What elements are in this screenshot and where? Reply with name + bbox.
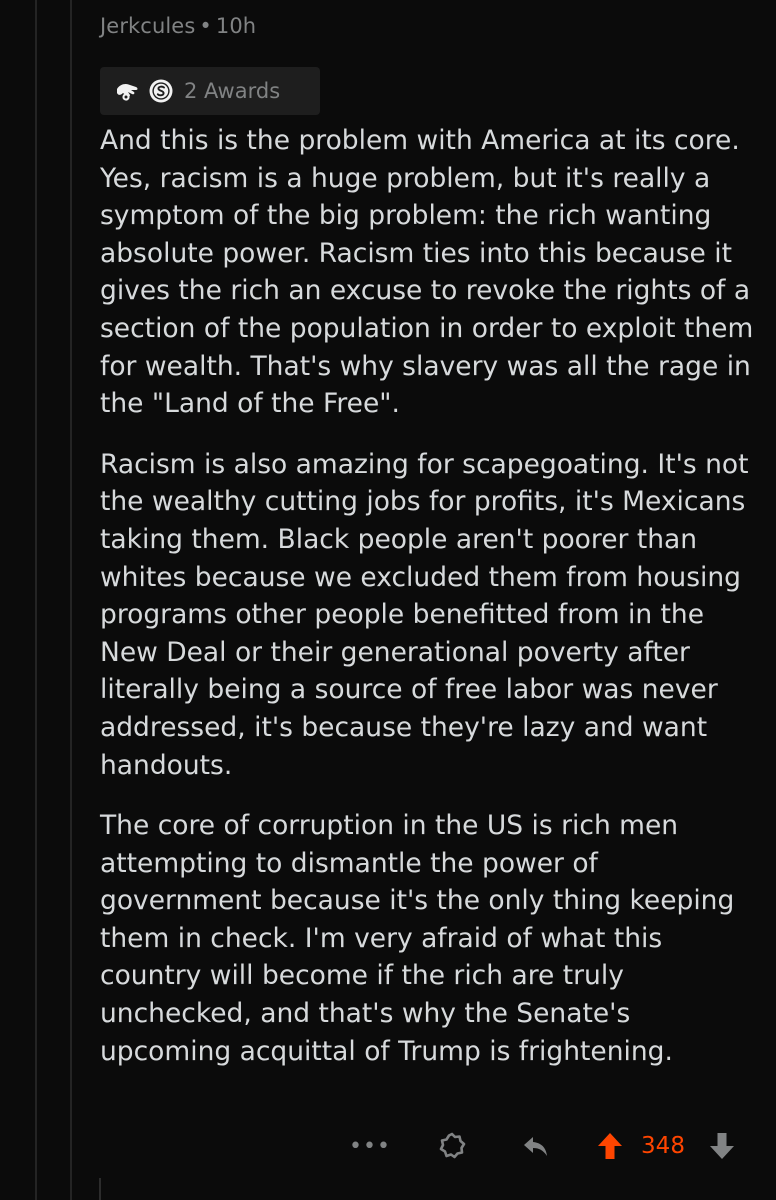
- ellipsis-icon: •••: [349, 1133, 391, 1159]
- comment-author[interactable]: Jerkcules: [100, 14, 195, 38]
- comment-meta: Jerkcules • 10h: [100, 14, 256, 38]
- thread-line-parent[interactable]: [70, 0, 72, 1200]
- comment-paragraph: The core of corruption in the US is rich…: [100, 810, 735, 1067]
- vote-score: 348: [641, 1133, 685, 1159]
- comment-action-bar: ••• 348: [349, 1124, 752, 1168]
- comment-paragraph: And this is the problem with America at …: [100, 125, 754, 420]
- comment-age: 10h: [215, 14, 257, 38]
- upvote-arrow-icon: [598, 1133, 622, 1159]
- downvote-button[interactable]: [704, 1124, 740, 1168]
- awards-count-label: 2 Awards: [184, 79, 281, 103]
- downvote-arrow-icon: [710, 1133, 734, 1159]
- comment-body: And this is the problem with America at …: [100, 122, 760, 1093]
- comment-paragraph: Racism is also amazing for scapegoating.…: [100, 448, 749, 781]
- reply-arrow-icon: [524, 1137, 547, 1156]
- wholesome-hand-icon: [114, 78, 140, 104]
- more-options-button[interactable]: •••: [349, 1124, 391, 1168]
- silver-award-icon: [148, 78, 174, 104]
- award-icon: [439, 1132, 466, 1159]
- meta-separator: •: [199, 14, 212, 38]
- upvote-button[interactable]: [592, 1124, 628, 1168]
- reply-button[interactable]: [516, 1124, 556, 1168]
- thread-line-child[interactable]: [99, 1178, 101, 1200]
- give-award-button[interactable]: [432, 1124, 472, 1168]
- thread-line-outer[interactable]: [35, 0, 37, 1200]
- awards-badge[interactable]: 2 Awards: [100, 67, 320, 115]
